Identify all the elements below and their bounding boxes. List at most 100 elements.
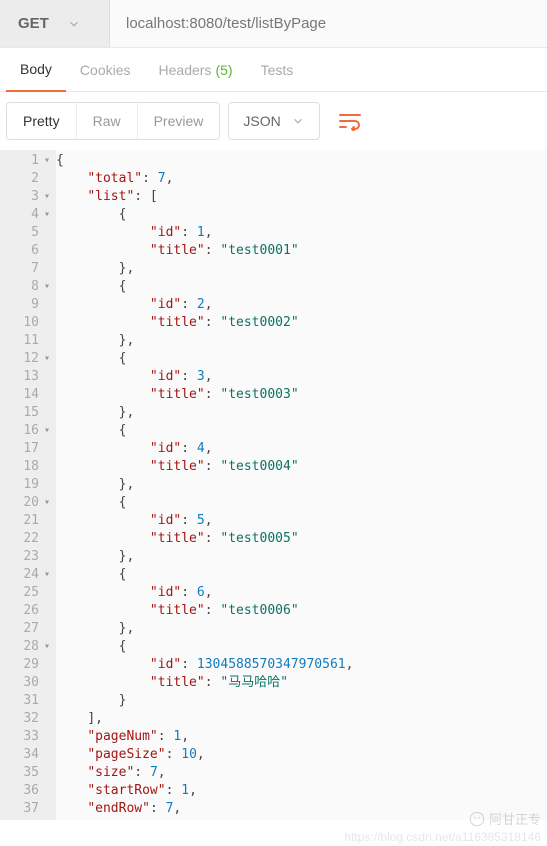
code-line: "title": "马马哈哈" <box>56 674 547 692</box>
code-line: "size": 7, <box>56 764 547 782</box>
line-number: 4▾ <box>2 206 50 224</box>
code-line: "list": [ <box>56 188 547 206</box>
wrap-lines-button[interactable] <box>328 99 372 143</box>
code-line: "title": "test0004" <box>56 458 547 476</box>
code-line: "title": "test0005" <box>56 530 547 548</box>
watermark: 阿甘正专 <box>469 809 541 828</box>
code-line: }, <box>56 404 547 422</box>
code-line: ], <box>56 710 547 728</box>
line-number: 2 <box>2 170 50 188</box>
code-line: }, <box>56 548 547 566</box>
line-number: 20▾ <box>2 494 50 512</box>
line-number: 29 <box>2 656 50 674</box>
url-input[interactable]: localhost:8080/test/listByPage <box>110 0 547 47</box>
chevron-down-icon <box>291 114 305 128</box>
tab-cookies-label: Cookies <box>80 62 131 78</box>
line-number: 16▾ <box>2 422 50 440</box>
code-line: { <box>56 638 547 656</box>
line-number: 28▾ <box>2 638 50 656</box>
view-toolbar: Pretty Raw Preview JSON <box>0 92 547 150</box>
tab-body[interactable]: Body <box>6 48 66 92</box>
code-line: { <box>56 566 547 584</box>
line-number: 6 <box>2 242 50 260</box>
code-line: "id": 5, <box>56 512 547 530</box>
code-line: "title": "test0002" <box>56 314 547 332</box>
line-gutter: 1▾23▾4▾5678▾9101112▾13141516▾17181920▾21… <box>0 150 56 820</box>
tab-tests[interactable]: Tests <box>247 48 308 92</box>
url-text: localhost:8080/test/listByPage <box>126 15 326 32</box>
code-line: "id": 1, <box>56 224 547 242</box>
code-line: { <box>56 152 547 170</box>
line-number: 7 <box>2 260 50 278</box>
code-line: "pageNum": 1, <box>56 728 547 746</box>
http-method-dropdown[interactable]: GET <box>0 0 110 47</box>
line-number: 17 <box>2 440 50 458</box>
line-number: 11 <box>2 332 50 350</box>
line-number: 25 <box>2 584 50 602</box>
line-number: 21 <box>2 512 50 530</box>
line-number: 33 <box>2 728 50 746</box>
line-number: 13 <box>2 368 50 386</box>
line-number: 8▾ <box>2 278 50 296</box>
line-number: 27 <box>2 620 50 638</box>
line-number: 12▾ <box>2 350 50 368</box>
line-number: 15 <box>2 404 50 422</box>
code-line: { <box>56 350 547 368</box>
response-tabs: Body Cookies Headers (5) Tests <box>0 48 547 92</box>
tab-cookies[interactable]: Cookies <box>66 48 145 92</box>
format-label: JSON <box>243 113 280 129</box>
http-method-label: GET <box>18 15 49 32</box>
view-pretty-button[interactable]: Pretty <box>7 103 77 139</box>
code-line: "pageSize": 10, <box>56 746 547 764</box>
line-number: 3▾ <box>2 188 50 206</box>
line-number: 31 <box>2 692 50 710</box>
line-number: 35 <box>2 764 50 782</box>
view-raw-label: Raw <box>93 113 121 129</box>
code-line: } <box>56 692 547 710</box>
view-mode-group: Pretty Raw Preview <box>6 102 220 140</box>
response-body: 1▾23▾4▾5678▾9101112▾13141516▾17181920▾21… <box>0 150 547 820</box>
line-number: 37 <box>2 800 50 818</box>
line-number: 23 <box>2 548 50 566</box>
view-raw-button[interactable]: Raw <box>77 103 138 139</box>
format-dropdown[interactable]: JSON <box>228 102 319 140</box>
code-line: "title": "test0001" <box>56 242 547 260</box>
line-number: 19 <box>2 476 50 494</box>
code-line: "id": 3, <box>56 368 547 386</box>
code-line: }, <box>56 476 547 494</box>
tab-body-label: Body <box>20 61 52 77</box>
code-line: }, <box>56 260 547 278</box>
line-number: 34 <box>2 746 50 764</box>
line-number: 9 <box>2 296 50 314</box>
line-number: 5 <box>2 224 50 242</box>
line-number: 1▾ <box>2 152 50 170</box>
code-line: }, <box>56 332 547 350</box>
code-line: "title": "test0003" <box>56 386 547 404</box>
request-bar: GET localhost:8080/test/listByPage <box>0 0 547 48</box>
code-line: { <box>56 422 547 440</box>
code-line: "id": 1304588570347970561, <box>56 656 547 674</box>
code-line: "id": 2, <box>56 296 547 314</box>
watermark-url: https://blog.csdn.net/a116385318146 <box>344 830 541 844</box>
code-line: { <box>56 278 547 296</box>
code-line: "total": 7, <box>56 170 547 188</box>
code-line: }, <box>56 620 547 638</box>
line-number: 24▾ <box>2 566 50 584</box>
code-content[interactable]: { "total": 7, "list": [ { "id": 1, "titl… <box>56 150 547 820</box>
line-number: 18 <box>2 458 50 476</box>
view-preview-label: Preview <box>154 113 204 129</box>
wrap-icon <box>338 111 362 131</box>
line-number: 30 <box>2 674 50 692</box>
wechat-icon <box>469 811 485 827</box>
code-line: "id": 6, <box>56 584 547 602</box>
view-preview-button[interactable]: Preview <box>138 103 220 139</box>
line-number: 36 <box>2 782 50 800</box>
line-number: 22 <box>2 530 50 548</box>
line-number: 26 <box>2 602 50 620</box>
code-line: "startRow": 1, <box>56 782 547 800</box>
tab-headers[interactable]: Headers (5) <box>145 48 247 92</box>
code-line: { <box>56 206 547 224</box>
tab-tests-label: Tests <box>261 62 294 78</box>
line-number: 14 <box>2 386 50 404</box>
line-number: 32 <box>2 710 50 728</box>
